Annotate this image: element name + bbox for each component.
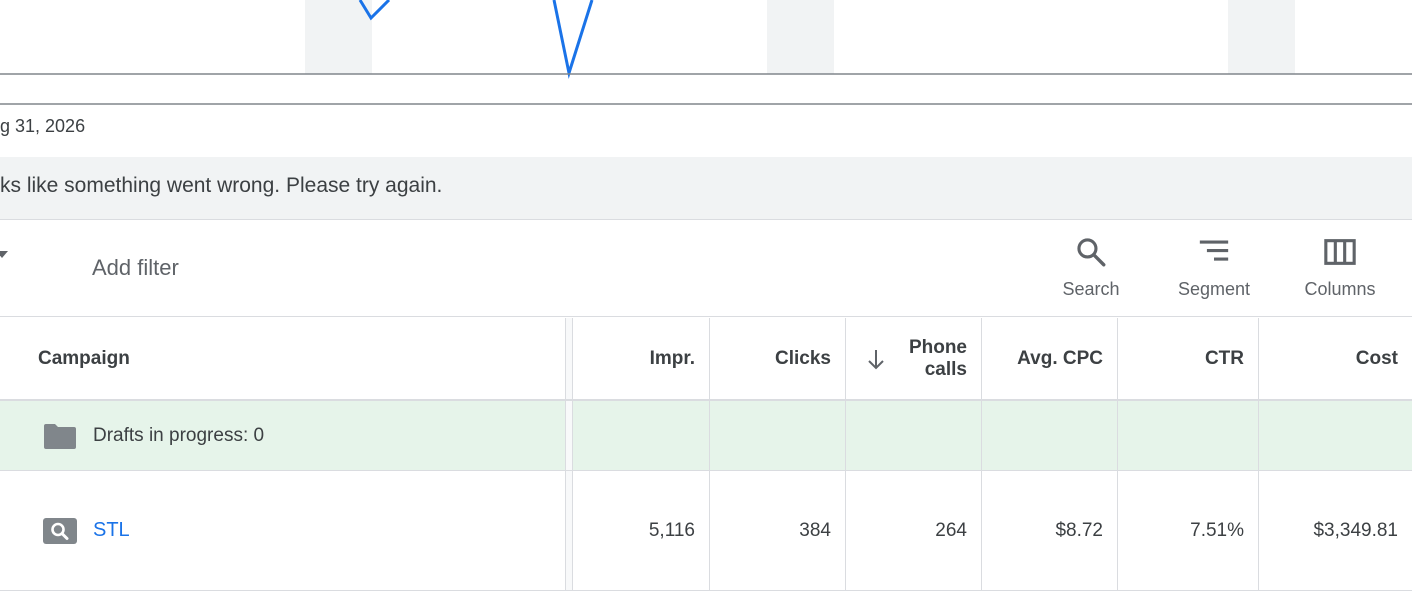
add-filter-button[interactable]: Add filter [92, 255, 179, 281]
column-header-ctr[interactable]: CTR [1118, 318, 1259, 399]
arrow-down-icon [868, 350, 884, 370]
table-header-row: Campaign Impr. Clicks Phone calls Avg. C… [0, 318, 1412, 401]
search-campaign-icon [43, 517, 77, 544]
segment-icon [1199, 240, 1229, 261]
table-cell-clicks: 384 [710, 471, 846, 590]
performance-chart [0, 0, 1412, 105]
error-banner: ks like something went wrong. Please try… [0, 157, 1412, 220]
drafts-row[interactable]: Drafts in progress: 0 [0, 401, 1412, 471]
campaign-name-link[interactable]: STL [93, 519, 130, 542]
table-cell-phone-calls: 264 [846, 471, 982, 590]
table-cell [1259, 401, 1412, 470]
column-header-clicks[interactable]: Clicks [710, 318, 846, 399]
column-resize-handle [565, 401, 573, 470]
table-cell-avg-cpc: $8.72 [982, 471, 1118, 590]
chart-canvas [0, 0, 1412, 105]
columns-icon [1324, 239, 1356, 265]
table-cell [1118, 401, 1259, 470]
error-message: ks like something went wrong. Please try… [0, 174, 443, 197]
search-label: Search [1062, 279, 1120, 299]
column-header-cost[interactable]: Cost [1259, 318, 1412, 399]
table-row: STL 5,116 384 264 $8.72 7.51% $3,349.81 [0, 471, 1412, 591]
table-cell-impr: 5,116 [573, 471, 710, 590]
column-header-impr[interactable]: Impr. [573, 318, 710, 399]
chart-series-line [552, 0, 594, 79]
search-button[interactable]: Search [1040, 235, 1142, 300]
table-cell [846, 401, 982, 470]
column-resize-handle [565, 471, 573, 590]
search-icon [1077, 238, 1106, 267]
drafts-label: Drafts in progress: 0 [93, 424, 265, 446]
weekend-band [1228, 0, 1295, 74]
table-cell-cost: $3,349.81 [1313, 519, 1398, 541]
campaign-cell: STL [0, 471, 565, 590]
columns-button[interactable]: Columns [1290, 235, 1390, 300]
column-header-phone-calls[interactable]: Phone calls [846, 318, 982, 399]
weekend-band [305, 0, 372, 74]
segment-label: Segment [1177, 279, 1251, 299]
date-range-label: g 31, 2026 [0, 116, 86, 136]
column-header-avg-cpc[interactable]: Avg. CPC [982, 318, 1118, 399]
phone-calls-header-label: Phone calls [908, 336, 967, 380]
folder-icon [44, 423, 76, 449]
table-cell [710, 401, 846, 470]
campaigns-table: Campaign Impr. Clicks Phone calls Avg. C… [0, 318, 1412, 591]
column-resize-handle[interactable] [565, 318, 573, 399]
drafts-cell: Drafts in progress: 0 [0, 401, 565, 470]
weekend-band [767, 0, 834, 74]
table-cell [573, 401, 710, 470]
table-cell-ctr: 7.51% [1118, 471, 1259, 590]
table-cell [982, 401, 1118, 470]
filter-dropdown-caret-icon[interactable] [0, 251, 8, 258]
segment-button[interactable]: Segment [1164, 235, 1264, 300]
columns-label: Columns [1304, 279, 1376, 299]
filter-toolbar: Add filter Search Segment Columns [0, 221, 1412, 317]
column-header-campaign[interactable]: Campaign [0, 318, 565, 399]
